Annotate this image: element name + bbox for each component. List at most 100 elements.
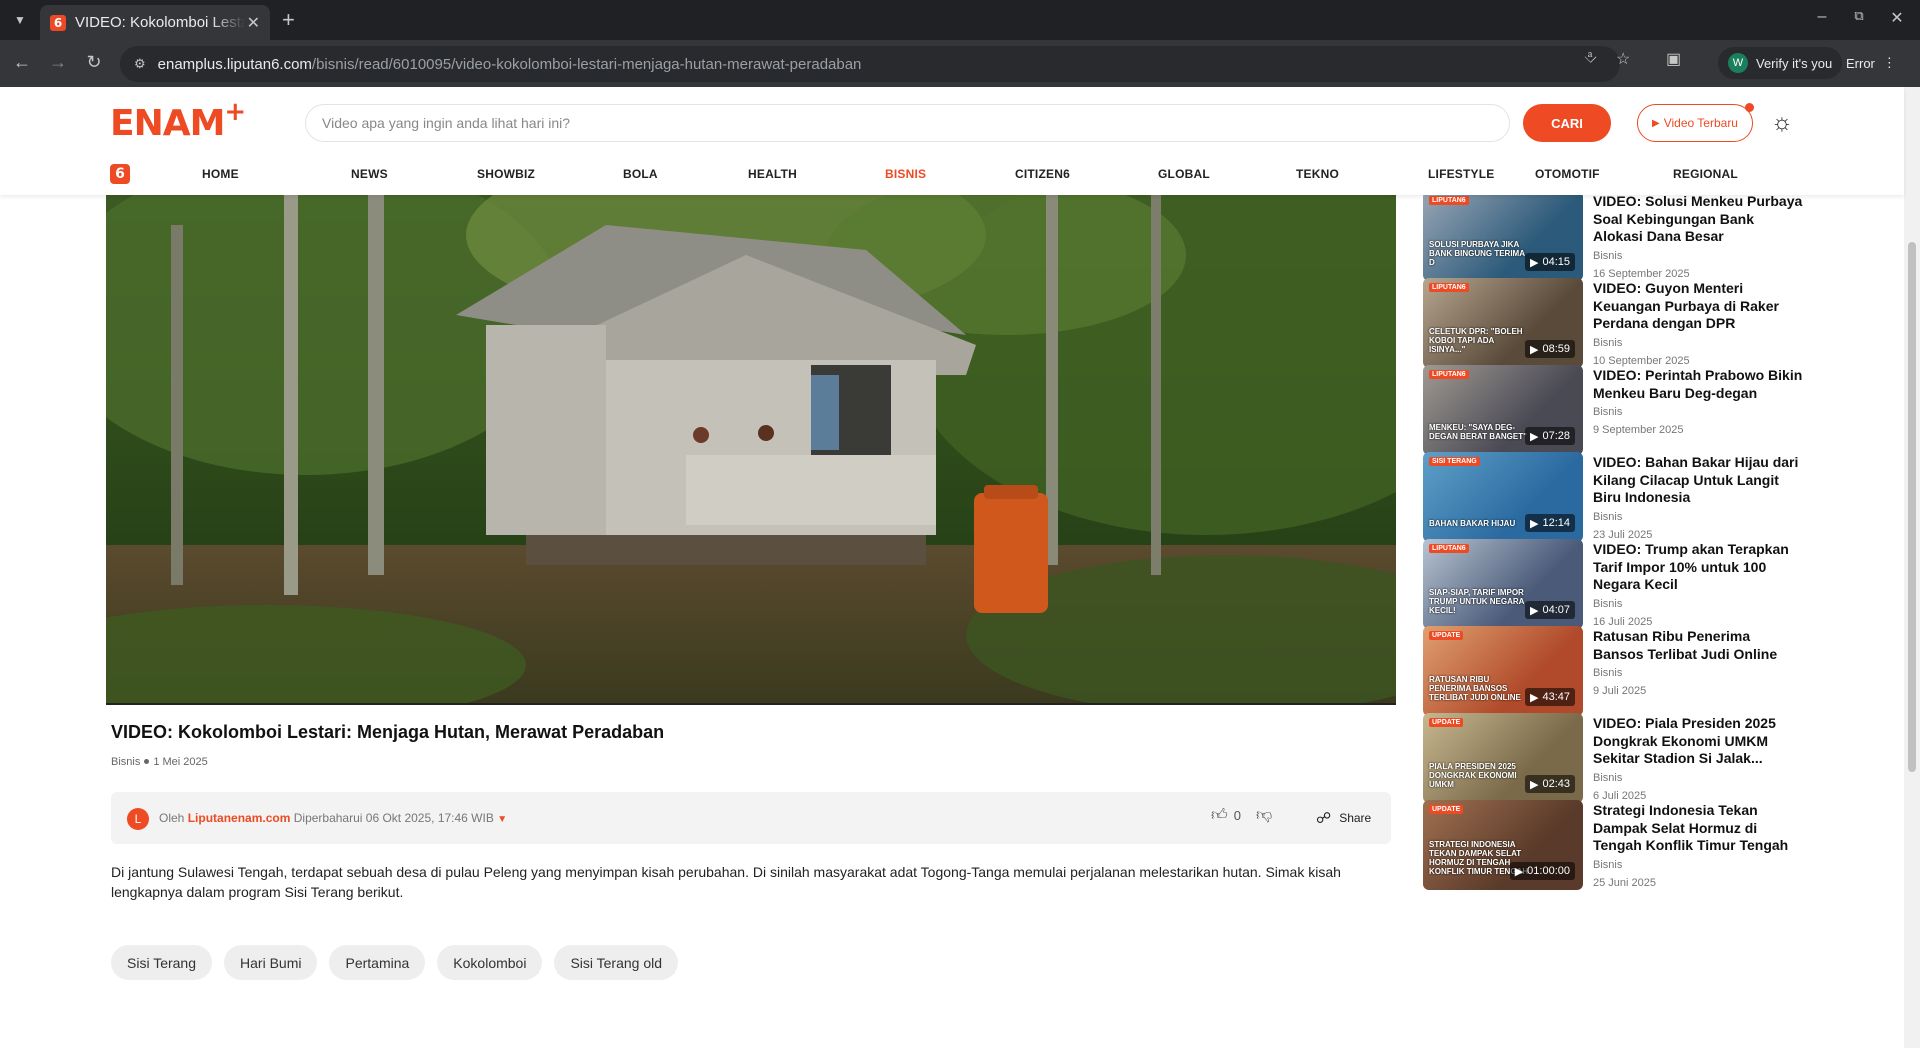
tag-chip[interactable]: Kokolomboi <box>437 945 543 980</box>
duration-badge: ▶ 02:43 <box>1525 775 1575 793</box>
related-video-category[interactable]: Bisnis <box>1593 772 1622 784</box>
play-icon: ▶ <box>1530 517 1539 530</box>
nav-item-citizen6[interactable]: CITIZEN6 <box>1015 167 1070 181</box>
nav-item-health[interactable]: HEALTH <box>748 167 797 181</box>
thumbnail-brand: SISI TERANG <box>1429 457 1480 466</box>
chevron-down-icon[interactable]: ▼ <box>497 814 507 825</box>
updated-time: Diperbaharui 06 Okt 2025, 17:46 WIB <box>293 811 494 825</box>
related-video-title[interactable]: VIDEO: Piala Presiden 2025 Dongkrak Ekon… <box>1593 715 1803 768</box>
tag-chip[interactable]: Pertamina <box>329 945 426 980</box>
related-video-item[interactable]: UPDATE PIALA PRESIDEN 2025 DONGKRAK EKONO… <box>1423 713 1803 805</box>
favicon-icon: 6 <box>50 14 66 31</box>
thumbnail-brand: LIPUTAN6 <box>1429 544 1469 553</box>
thumbnail-brand: UPDATE <box>1429 631 1464 640</box>
related-video-category[interactable]: Bisnis <box>1593 859 1622 871</box>
thumbnail-caption: SIAP-SIAP, TARIF IMPOR TRUMP UNTUK NEGAR… <box>1429 588 1525 615</box>
back-icon[interactable]: ← <box>11 52 33 73</box>
play-icon: ▶ <box>1530 778 1539 791</box>
profile-button[interactable]: W Verify it's you <box>1718 47 1843 79</box>
nav-item-bola[interactable]: BOLA <box>623 167 658 181</box>
page-scrollbar[interactable] <box>1904 87 1920 1048</box>
nav-item-otomotif[interactable]: OTOMOTIF <box>1535 167 1600 181</box>
share-button[interactable]: ☍ Share <box>1316 809 1371 827</box>
logo-text: ENAM <box>110 103 225 144</box>
related-video-title[interactable]: VIDEO: Guyon Menteri Keuangan Purbaya di… <box>1593 280 1803 333</box>
related-video-title[interactable]: Ratusan Ribu Penerima Bansos Terlibat Ju… <box>1593 628 1803 663</box>
video-thumbnail[interactable]: LIPUTAN6 SOLUSI PURBAYA JIKA BANK BINGUNG… <box>1423 195 1583 281</box>
play-icon: ▶ <box>1530 343 1539 356</box>
tab-search-icon[interactable]: ▼ <box>8 8 32 32</box>
search-button[interactable]: CARI <box>1523 104 1611 142</box>
nav-item-bisnis[interactable]: BISNIS <box>885 167 926 181</box>
related-video-item[interactable]: SISI TERANG BAHAN BAKAR HIJAU ▶ 12:14 VIDEO:… <box>1423 452 1803 544</box>
author-name[interactable]: Liputanenam.com <box>188 811 291 825</box>
duration-badge: ▶ 04:07 <box>1525 601 1575 619</box>
reload-icon[interactable]: ↻ <box>83 52 105 73</box>
video-thumbnail[interactable]: UPDATE RATUSAN RIBU PENERIMA BANSOS TERLI… <box>1423 626 1583 716</box>
kebab-menu-icon[interactable]: ⋮ <box>1883 55 1896 71</box>
thumbs-down-icon[interactable]: 👎︎ <box>1256 806 1272 825</box>
duration-text: 04:15 <box>1542 256 1570 268</box>
related-video-item[interactable]: LIPUTAN6 SIAP-SIAP, TARIF IMPOR TRUMP UNT… <box>1423 539 1803 631</box>
related-video-category[interactable]: Bisnis <box>1593 511 1622 523</box>
bookmark-star-icon[interactable]: ☆ <box>1616 49 1630 69</box>
related-video-category[interactable]: Bisnis <box>1593 250 1622 262</box>
close-window-icon[interactable]: ✕ <box>1885 8 1909 28</box>
translate-icon[interactable]: ⎀ <box>1584 49 1597 67</box>
related-video-category[interactable]: Bisnis <box>1593 337 1622 349</box>
video-thumbnail[interactable]: LIPUTAN6 CELETUK DPR: "BOLEH KOBOI TAPI A… <box>1423 278 1583 368</box>
related-video-title[interactable]: VIDEO: Perintah Prabowo Bikin Menkeu Bar… <box>1593 367 1803 402</box>
related-video-item[interactable]: LIPUTAN6 MENKEU: "SAYA DEG-DEGAN BERAT BA… <box>1423 365 1803 457</box>
nav-item-tekno[interactable]: TEKNO <box>1296 167 1339 181</box>
restore-icon[interactable]: ⧉ <box>1847 8 1871 24</box>
duration-text: 12:14 <box>1542 517 1570 529</box>
play-icon: ▶ <box>1530 604 1539 617</box>
related-video-item[interactable]: LIPUTAN6 CELETUK DPR: "BOLEH KOBOI TAPI A… <box>1423 278 1803 370</box>
related-video-title[interactable]: VIDEO: Solusi Menkeu Purbaya Soal Kebing… <box>1593 195 1803 246</box>
video-thumbnail[interactable]: UPDATE PIALA PRESIDEN 2025 DONGKRAK EKONO… <box>1423 713 1583 803</box>
nav-item-lifestyle[interactable]: LIFESTYLE <box>1428 167 1494 181</box>
nav-item-home[interactable]: HOME <box>202 167 239 181</box>
related-video-item[interactable]: UPDATE STRATEGI INDONESIA TEKAN DAMPAK SE… <box>1423 800 1803 892</box>
video-category[interactable]: Bisnis <box>111 756 140 768</box>
site-info-icon[interactable]: ⚙ <box>134 56 146 72</box>
related-video-title[interactable]: VIDEO: Trump akan Terapkan Tarif Impor 1… <box>1593 541 1803 594</box>
video-thumbnail[interactable]: UPDATE STRATEGI INDONESIA TEKAN DAMPAK SE… <box>1423 800 1583 890</box>
like-button[interactable]: 👍︎ 0 <box>1211 806 1241 825</box>
tag-chip[interactable]: Sisi Terang old <box>554 945 679 980</box>
enam-plus-logo[interactable]: ENAM+ <box>110 97 246 144</box>
video-player[interactable] <box>106 195 1396 705</box>
error-button[interactable]: Error ⋮ <box>1846 47 1896 79</box>
video-thumbnail[interactable]: LIPUTAN6 MENKEU: "SAYA DEG-DEGAN BERAT BA… <box>1423 365 1583 455</box>
new-tab-icon[interactable]: + <box>282 9 295 31</box>
video-thumbnail[interactable]: SISI TERANG BAHAN BAKAR HIJAU ▶ 12:14 <box>1423 452 1583 542</box>
thumbnail-caption: CELETUK DPR: "BOLEH KOBOI TAPI ADA ISINY… <box>1429 327 1523 354</box>
forward-icon[interactable]: → <box>47 52 69 73</box>
related-video-item[interactable]: UPDATE RATUSAN RIBU PENERIMA BANSOS TERLI… <box>1423 626 1803 718</box>
nav-item-regional[interactable]: REGIONAL <box>1673 167 1738 181</box>
close-tab-icon[interactable]: ✕ <box>247 13 260 33</box>
nav-item-showbiz[interactable]: SHOWBIZ <box>477 167 535 181</box>
related-video-title[interactable]: VIDEO: Bahan Bakar Hijau dari Kilang Cil… <box>1593 454 1803 507</box>
duration-badge: ▶ 01:00:00 <box>1509 862 1575 880</box>
related-video-category[interactable]: Bisnis <box>1593 667 1622 679</box>
minimize-icon[interactable]: – <box>1810 8 1834 26</box>
browser-tab[interactable]: 6 VIDEO: Kokolomboi Lestari: Menjaga Hut… <box>40 5 270 40</box>
related-video-item[interactable]: LIPUTAN6 SOLUSI PURBAYA JIKA BANK BINGUNG… <box>1423 195 1803 283</box>
related-video-category[interactable]: Bisnis <box>1593 406 1622 418</box>
video-thumbnail[interactable]: LIPUTAN6 SIAP-SIAP, TARIF IMPOR TRUMP UNT… <box>1423 539 1583 629</box>
tag-chip[interactable]: Hari Bumi <box>224 945 318 980</box>
video-terbaru-button[interactable]: ▶ Video Terbaru <box>1637 103 1754 142</box>
url-field[interactable]: ⚙ enamplus.liputan6.com/bisnis/read/6010… <box>120 46 1620 82</box>
extensions-icon[interactable]: ▣ <box>1666 49 1681 69</box>
thumbnail-brand: LIPUTAN6 <box>1429 283 1469 292</box>
theme-toggle-sun-icon[interactable]: ☼ <box>1768 109 1796 137</box>
liputan6-icon[interactable]: 6 <box>110 164 130 184</box>
nav-item-news[interactable]: NEWS <box>351 167 388 181</box>
related-video-category[interactable]: Bisnis <box>1593 598 1622 610</box>
nav-item-global[interactable]: GLOBAL <box>1158 167 1210 181</box>
related-video-title[interactable]: Strategi Indonesia Tekan Dampak Selat Ho… <box>1593 802 1803 855</box>
scrollbar-thumb[interactable] <box>1908 242 1916 772</box>
search-input[interactable]: Video apa yang ingin anda lihat hari ini… <box>305 104 1510 142</box>
tag-chip[interactable]: Sisi Terang <box>111 945 213 980</box>
